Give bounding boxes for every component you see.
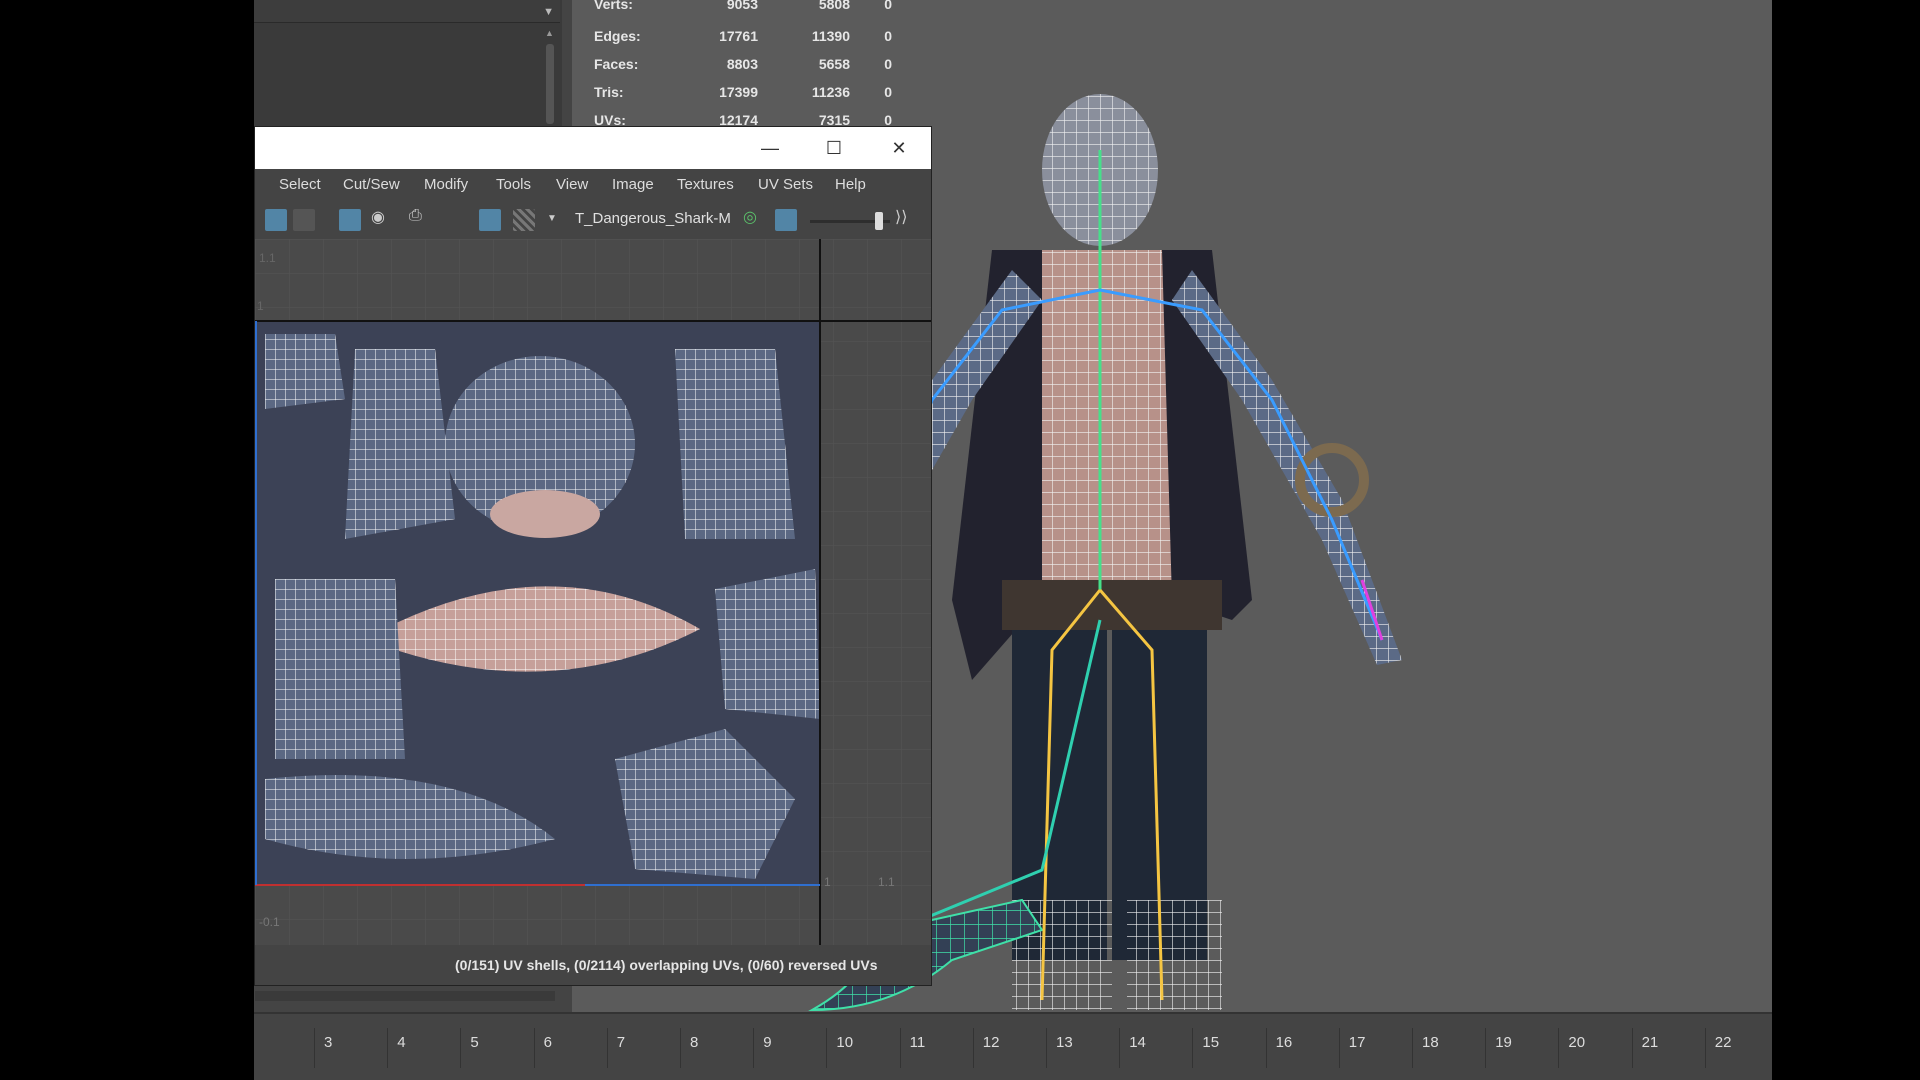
timeline-frame-label: 13	[1056, 1034, 1073, 1051]
timeline-frame-label: 7	[616, 1034, 626, 1051]
snap-icon[interactable]: ◉	[371, 207, 385, 227]
axis-label: 1.1	[259, 251, 276, 265]
uv-canvas[interactable]: 1.1 1 -0.1 1 1.1	[255, 239, 931, 945]
legs	[1002, 580, 1222, 1010]
close-button[interactable]: ✕	[871, 127, 927, 169]
menu-tools[interactable]: Tools	[496, 176, 531, 193]
menu-cut-sew[interactable]: Cut/Sew	[343, 176, 400, 193]
outliner-header: ▼	[254, 0, 560, 23]
uv-status-text: (0/151) UV shells, (0/2114) overlapping …	[455, 957, 878, 973]
menu-help[interactable]: Help	[835, 176, 866, 193]
scroll-thumb[interactable]	[546, 44, 554, 124]
timeline-frame-label: 11	[909, 1034, 926, 1051]
timeline-frame-label: 22	[1714, 1034, 1732, 1051]
uv-grid	[255, 239, 931, 945]
chevron-down-icon[interactable]: ▼	[543, 6, 554, 18]
image-display-icon[interactable]	[479, 209, 501, 231]
outliner-scrollbar[interactable]: ▲	[544, 26, 556, 126]
timeline-tick-mark	[753, 1028, 755, 1068]
axis-label: 1	[824, 875, 831, 889]
timeline-tick-mark	[972, 1028, 974, 1068]
timeline-frame-label: 3	[324, 1034, 333, 1051]
axis-label: -0.1	[259, 915, 280, 929]
timeline-frame-label: 9	[763, 1034, 772, 1051]
timeline-frame-label: 6	[543, 1034, 552, 1051]
timeline-frame-label: 19	[1495, 1034, 1512, 1051]
exposure-slider-handle[interactable]	[875, 212, 883, 230]
timeline-tick-mark	[460, 1028, 462, 1068]
menu-image[interactable]: Image	[612, 176, 654, 193]
timeline-tick-mark	[1338, 1028, 1340, 1068]
uv-display-icon[interactable]	[265, 209, 287, 231]
menu-select[interactable]: Select	[279, 176, 321, 193]
timeline[interactable]: 3 4 5 6 7 8 9 10 11 12 13 14 15 16 17 18 19 20 21 22	[254, 1012, 1772, 1080]
uv-menubar: Select Cut/Sew Modify Tools View Image T…	[255, 169, 931, 199]
timeline-frame-label: 18	[1422, 1034, 1439, 1051]
maximize-button[interactable]: ☐	[806, 127, 862, 169]
maya-app: ▼ ▲ Verts: 9053 5808 0 Edges: 17761 1139…	[254, 0, 1772, 1080]
image-ratio-icon[interactable]	[775, 209, 797, 231]
timeline-frame-label: 4	[397, 1034, 406, 1051]
menu-textures[interactable]: Textures	[677, 176, 734, 193]
axis-label: 1	[257, 299, 264, 313]
outliner-panel: ▼ ▲	[254, 0, 562, 128]
timeline-tick-mark	[1631, 1028, 1633, 1068]
uv-editor-titlebar[interactable]: — ☐ ✕	[255, 127, 931, 169]
minimize-button[interactable]: —	[742, 127, 798, 169]
scroll-up-icon[interactable]: ▲	[545, 28, 554, 38]
timeline-tick-mark	[387, 1028, 389, 1068]
checker-icon[interactable]	[513, 209, 535, 231]
rgb-channel-icon[interactable]: ◎	[743, 207, 757, 227]
timeline-tick-mark	[1046, 1028, 1047, 1068]
axis-label: 1.1	[878, 875, 895, 889]
timeline-frame-label: 14	[1129, 1034, 1146, 1051]
timeline-tick-mark	[680, 1028, 681, 1068]
uv-horizontal-scrollbar[interactable]	[255, 991, 555, 1001]
toolbar-overflow-icon[interactable]: ⟩⟩	[895, 207, 907, 227]
timeline-tick-mark	[1412, 1028, 1413, 1068]
grid-toggle-icon[interactable]	[339, 209, 361, 231]
uv-grid-icon[interactable]	[293, 209, 315, 231]
menu-uv-sets[interactable]: UV Sets	[758, 176, 813, 193]
uv-editor-window[interactable]: — ☐ ✕ Select Cut/Sew Modify Tools View I…	[254, 126, 932, 1001]
timeline-tick-mark	[314, 1028, 315, 1068]
menu-modify[interactable]: Modify	[424, 176, 468, 193]
timeline-tick-mark	[1265, 1028, 1267, 1068]
timeline-frame-label: 10	[836, 1034, 854, 1051]
timeline-frame-label: 5	[470, 1034, 479, 1051]
timeline-tick-mark	[1485, 1028, 1487, 1068]
timeline-frame-label: 12	[982, 1034, 1000, 1051]
uv-toolbar: ◉ ⎙ ▼ T_Dangerous_Shark-M ◎ ⟩⟩	[255, 199, 931, 240]
timeline-tick-mark	[533, 1028, 535, 1068]
timeline-tick-mark	[606, 1028, 608, 1068]
timeline-frame-label: 21	[1641, 1034, 1659, 1051]
timeline-frame-label: 8	[690, 1034, 699, 1051]
timeline-tick-mark	[826, 1028, 828, 1068]
menu-view[interactable]: View	[556, 176, 588, 193]
timeline-tick-mark	[1558, 1028, 1560, 1068]
dropdown-arrow-icon[interactable]: ▼	[547, 213, 557, 224]
timeline-tick-mark	[899, 1028, 901, 1068]
camera-icon[interactable]: ⎙	[409, 207, 422, 225]
timeline-frame-label: 15	[1202, 1034, 1220, 1051]
timeline-frame-label: 17	[1348, 1034, 1366, 1051]
timeline-tick-mark	[1192, 1028, 1194, 1068]
timeline-frame-label: 16	[1275, 1034, 1293, 1051]
timeline-frame-label: 20	[1568, 1034, 1586, 1051]
timeline-tick-mark	[1704, 1028, 1706, 1068]
texture-name-field[interactable]: T_Dangerous_Shark-M	[575, 210, 735, 227]
timeline-tick-mark	[1119, 1028, 1121, 1068]
